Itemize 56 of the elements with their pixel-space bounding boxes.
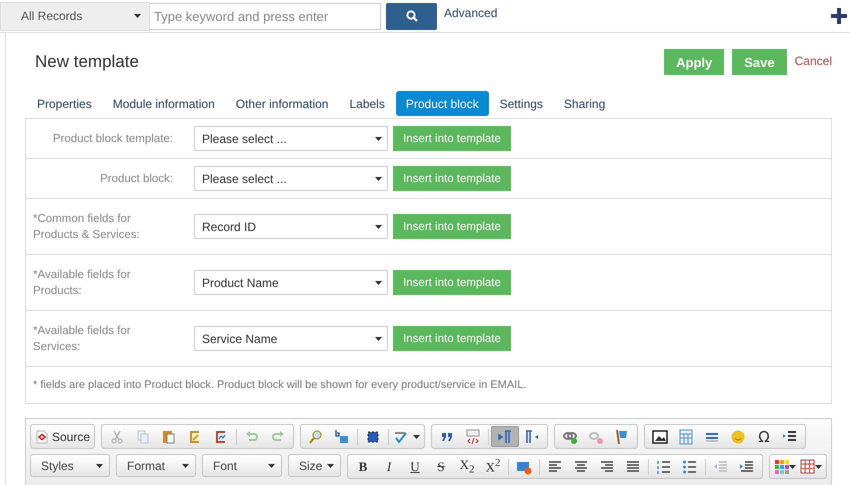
caret-icon	[375, 176, 382, 180]
style-dropdown[interactable]: Size	[288, 454, 341, 477]
tab[interactable]: Sharing	[554, 91, 616, 116]
search-field[interactable]: Type keyword and press enter	[150, 2, 381, 30]
color-picker-button[interactable]	[772, 457, 798, 476]
table-grid-button[interactable]	[798, 457, 824, 476]
record-scope-dropdown[interactable]: All Records	[0, 2, 150, 30]
caret-icon	[327, 464, 334, 468]
italic-button[interactable]: I	[376, 457, 402, 476]
style-dropdown[interactable]: Format	[116, 454, 196, 477]
caret-icon	[413, 434, 420, 438]
field-label: *Common fields for Products & Services:	[33, 212, 141, 242]
subscript-button[interactable]: X$_{2}$	[454, 457, 480, 476]
tab[interactable]: Properties	[27, 91, 102, 116]
select-field[interactable]: Product Name	[194, 270, 388, 295]
caret-icon	[815, 464, 822, 468]
caret-icon	[375, 224, 382, 228]
search-button[interactable]	[386, 2, 437, 30]
paragraph-arrow-icon	[497, 428, 514, 444]
advanced-link[interactable]: Advanced	[444, 6, 498, 20]
select-field[interactable]: Please select ...	[194, 126, 388, 151]
caret-icon	[182, 464, 189, 468]
cancel-link[interactable]: Cancel	[794, 54, 832, 68]
tab[interactable]: Other information	[226, 91, 338, 116]
caret-icon	[788, 464, 796, 468]
left-to-right-button[interactable]	[491, 426, 520, 447]
caret-icon	[96, 464, 103, 468]
field-label: Product block template:	[52, 132, 173, 146]
field-label: Product block:	[99, 172, 173, 186]
select-field[interactable]: Record ID	[194, 214, 388, 239]
tab[interactable]: Settings	[490, 91, 553, 116]
select-field[interactable]: Service Name	[194, 326, 388, 351]
search-icon	[406, 10, 418, 22]
caret-icon	[375, 280, 382, 284]
caret-icon	[268, 464, 275, 468]
field-label: *Available fields for Services:	[33, 324, 132, 354]
document-icon	[35, 430, 49, 444]
strikethrough-button[interactable]: S	[428, 457, 454, 476]
caret-icon	[134, 14, 141, 18]
note-text: * fields are placed into Product block. Product block will be shown for every product/service in EMAIL.	[32, 378, 528, 393]
field-label: *Available fields for Products:	[33, 268, 132, 298]
special-character-button[interactable]: Ω	[751, 427, 778, 446]
tab[interactable]: Module information	[102, 91, 225, 116]
style-dropdown[interactable]: Styles	[30, 454, 110, 477]
superscript-button[interactable]: X$^{2}$	[480, 457, 506, 476]
tab[interactable]: Labels	[339, 91, 395, 116]
page-title: New template	[35, 52, 140, 72]
bold-button[interactable]: B	[350, 457, 376, 476]
tab[interactable]: Product block	[396, 91, 489, 116]
plus-icon[interactable]	[831, 8, 847, 24]
underline-button[interactable]: U	[402, 457, 428, 476]
source-button[interactable]: Source	[33, 427, 92, 446]
style-dropdown[interactable]: Font	[202, 454, 282, 477]
caret-icon	[375, 336, 382, 340]
select-field[interactable]: Please select ...	[194, 166, 388, 191]
caret-icon	[375, 136, 382, 140]
